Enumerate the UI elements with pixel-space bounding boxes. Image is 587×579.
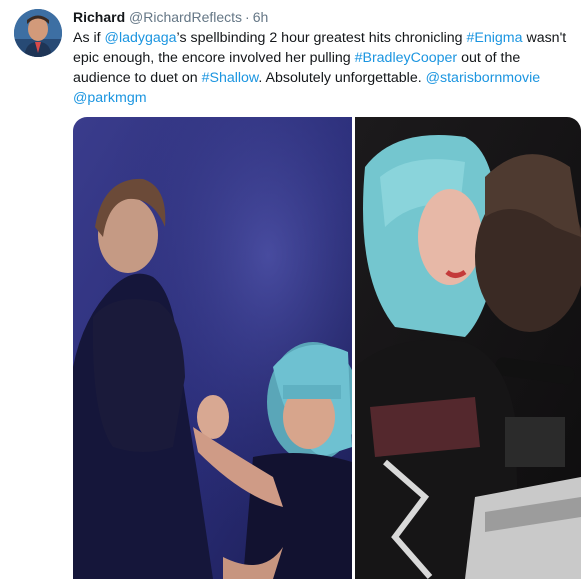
media-photo-right[interactable] — [355, 117, 581, 579]
tweet-timestamp[interactable]: 6h — [253, 9, 269, 25]
tweet-text: As if @ladygaga’s spellbinding 2 hour gr… — [73, 28, 573, 108]
mention-ladygaga[interactable]: @ladygaga — [105, 30, 177, 46]
text-segment: As if — [73, 30, 105, 46]
avatar[interactable] — [14, 9, 62, 57]
tweet-header: Richard @RichardReflects · 6h — [73, 8, 268, 26]
tweet[interactable]: Richard @RichardReflects · 6h As if @ladyg… — [0, 0, 587, 579]
tweet-media — [73, 117, 581, 579]
media-photo-left[interactable] — [73, 117, 352, 579]
photo-left-image — [73, 117, 352, 579]
mention-parkmgm[interactable]: @parkmgm — [73, 90, 147, 106]
text-segment: . Absolutely unforgettable. — [258, 70, 426, 86]
text-segment: ’s spellbinding 2 hour greatest hits chr… — [176, 30, 467, 46]
mention-starisbornmovie[interactable]: @starisbornmovie — [426, 70, 541, 86]
avatar-image — [14, 9, 62, 57]
author-handle[interactable]: @RichardReflects — [129, 9, 242, 25]
author-name[interactable]: Richard — [73, 9, 125, 25]
hashtag-shallow[interactable]: #Shallow — [202, 70, 259, 86]
hashtag-bradleycooper[interactable]: #BradleyCooper — [355, 50, 458, 66]
hashtag-enigma[interactable]: #Enigma — [467, 30, 523, 46]
photo-right-image — [355, 117, 581, 579]
separator-dot: · — [245, 9, 250, 25]
